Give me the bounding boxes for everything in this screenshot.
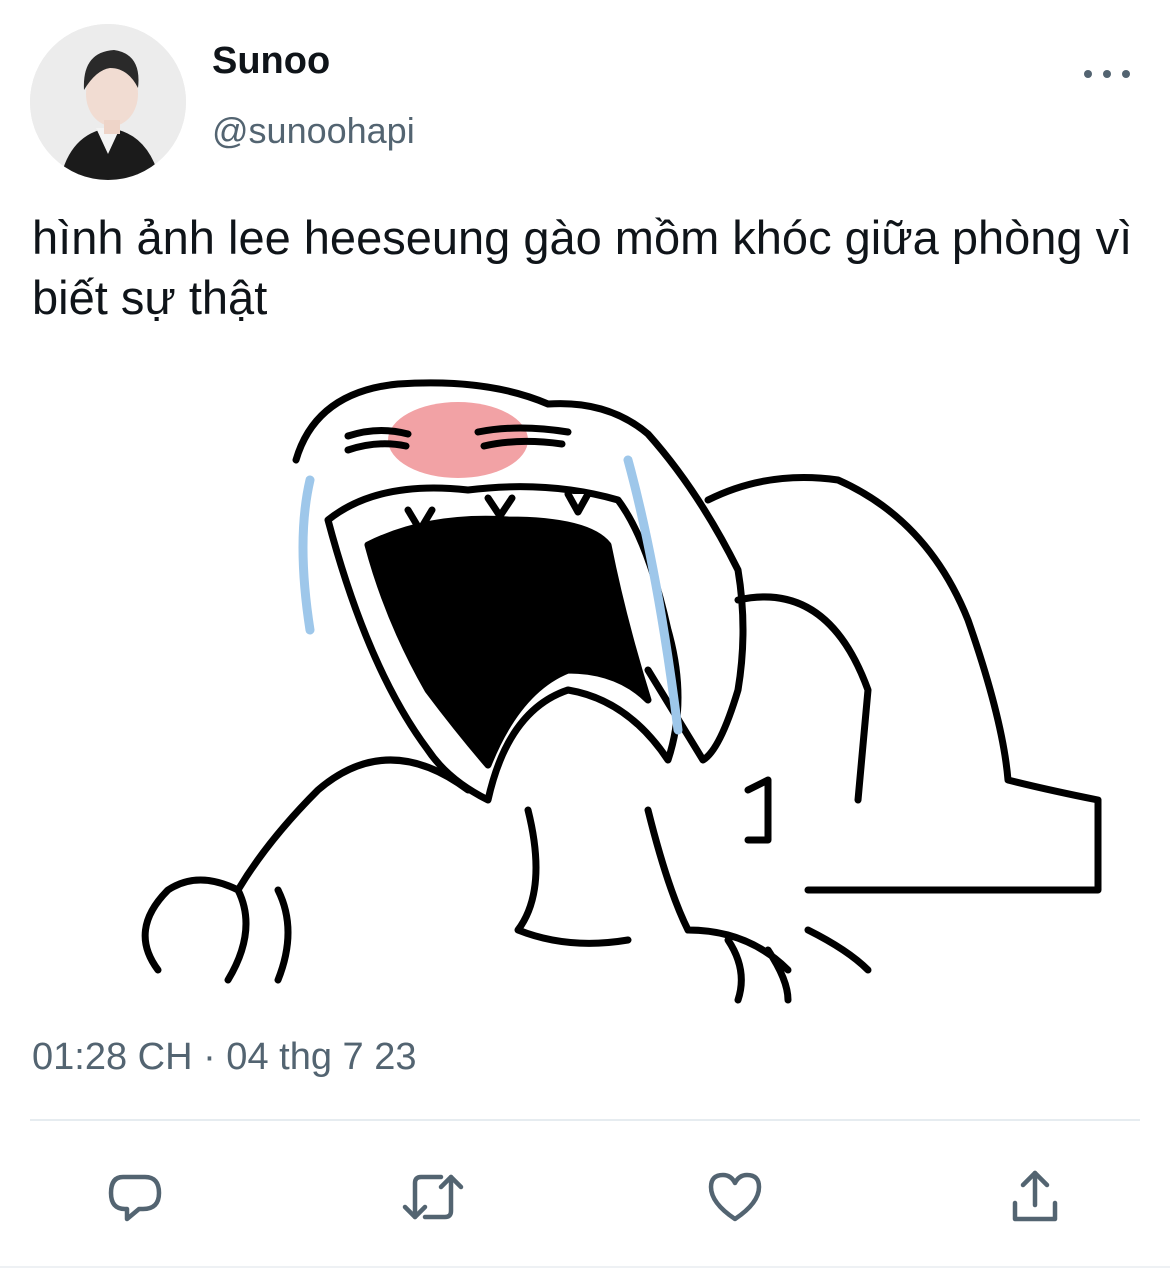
heart-icon xyxy=(708,1172,762,1222)
tweet-action-bar xyxy=(0,1150,1170,1240)
like-button[interactable] xyxy=(700,1162,770,1232)
tweet-text: hình ảnh lee heeseung gào mồm khóc giữa … xyxy=(32,211,1133,324)
share-button[interactable] xyxy=(1000,1162,1070,1232)
bottom-divider xyxy=(0,1266,1170,1268)
tweet-timestamp[interactable]: 01:28 CH · 04 thg 7 23 xyxy=(32,1036,416,1079)
more-dot xyxy=(1122,70,1130,78)
retweet-button[interactable] xyxy=(398,1162,468,1232)
tweet-image[interactable] xyxy=(48,370,1118,1010)
avatar[interactable] xyxy=(30,24,186,180)
reply-button[interactable] xyxy=(100,1162,170,1232)
reply-icon xyxy=(108,1174,162,1222)
divider xyxy=(30,1119,1140,1121)
more-dot xyxy=(1084,70,1092,78)
more-horizontal-icon[interactable] xyxy=(1084,56,1130,92)
display-name[interactable]: Sunoo xyxy=(212,40,330,83)
retweet-icon xyxy=(402,1174,464,1220)
user-handle[interactable]: @sunoohapi xyxy=(212,110,415,152)
more-dot xyxy=(1103,70,1111,78)
avatar-photo xyxy=(30,24,186,180)
share-icon xyxy=(1012,1170,1058,1222)
crying-meme-drawing xyxy=(141,379,1102,1004)
